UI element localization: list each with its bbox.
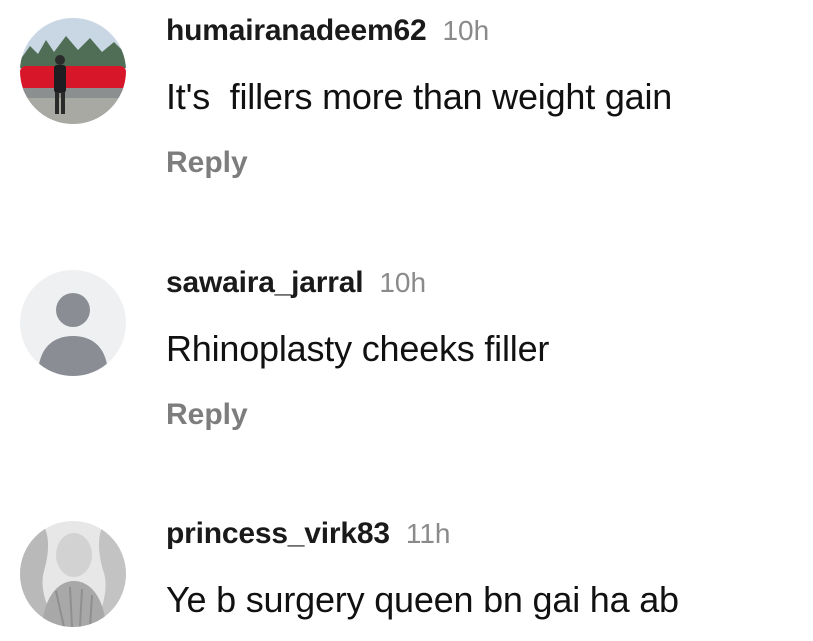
avatar[interactable] [20, 18, 126, 124]
comment-header: sawaira_jarral 10h [166, 266, 426, 306]
comment-header: princess_virk83 11h [166, 517, 450, 557]
profile-photo-icon [20, 18, 126, 124]
avatar[interactable] [20, 521, 126, 627]
username[interactable]: sawaira_jarral [166, 266, 364, 300]
username[interactable]: princess_virk83 [166, 517, 390, 551]
avatar[interactable] [20, 270, 126, 376]
timestamp: 10h [442, 15, 490, 46]
default-user-icon [20, 270, 126, 376]
timestamp: 11h [405, 518, 451, 549]
comment-text: Ye b surgery queen bn gai ha ab [166, 579, 679, 620]
reply-button[interactable]: Reply [166, 146, 248, 180]
comment-header: humairanadeem62 10h [166, 14, 489, 54]
comment-text: It's fillers more than weight gain [166, 76, 673, 117]
username[interactable]: humairanadeem62 [166, 14, 427, 48]
profile-photo-icon [20, 521, 126, 627]
comment-text: Rhinoplasty cheeks filler [166, 328, 550, 369]
timestamp: 10h [379, 267, 427, 298]
reply-button[interactable]: Reply [166, 398, 248, 432]
